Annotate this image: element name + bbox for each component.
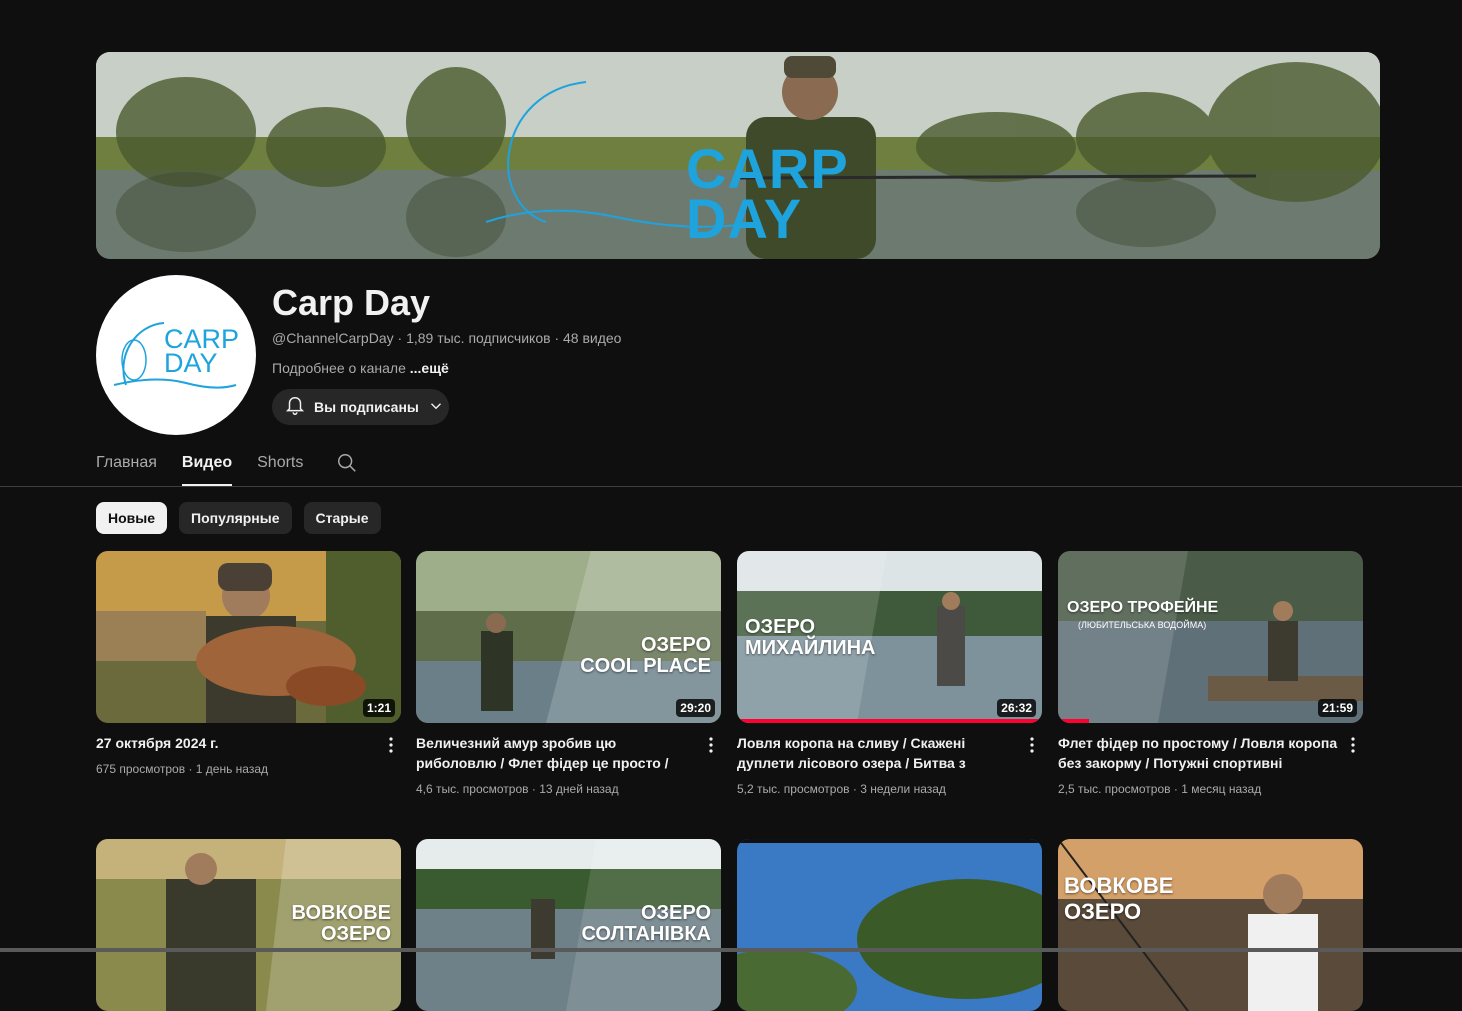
video-card[interactable]: 1:21 27 октября 2024 г. 675 просмотров ·… [96,551,401,776]
video-thumbnail[interactable]: ОЗЕРО ТРОФЕЙНЕ (ЛЮБИТЕЛЬСЬКА ВОДОЙМА) 21… [1058,551,1363,723]
subscribed-button[interactable]: Вы подписаны [272,389,449,425]
thumbnail-caption: ОЗЕРО COOL PLACE [580,634,711,677]
description-text: Подробнее о канале [272,360,406,376]
video-card[interactable]: ОЗЕРО COOL PLACE 29:20 Величезний амур з… [416,551,721,796]
video-meta: 5,2 тыс. просмотров · 3 недели назад [737,782,946,796]
video-thumbnail[interactable] [737,839,1042,1011]
channel-avatar[interactable]: CARP DAY [96,275,256,435]
channel-handle: @ChannelCarpDay [272,330,394,346]
banner-logo: CARP DAY [686,137,849,250]
subscriber-count: 1,89 тыс. подписчиков [406,330,551,346]
video-card[interactable]: ОЗЕРО ТРОФЕЙНЕ (ЛЮБИТЕЛЬСЬКА ВОДОЙМА) 21… [1058,551,1363,796]
video-title[interactable]: 27 октября 2024 г. [96,733,376,753]
subscribed-label: Вы подписаны [314,399,419,415]
more-options-icon[interactable] [1024,737,1040,753]
upload-age: 13 дней назад [539,782,619,796]
video-card[interactable]: ВОВКОВЕ ОЗЕРО [96,839,401,1011]
video-title[interactable]: Величезний амур зробив цю риболовлю / Фл… [416,733,696,773]
more-options-icon[interactable] [703,737,719,753]
video-thumbnail[interactable]: ОЗЕРО МИХАЙЛИНА 26:32 [737,551,1042,723]
video-thumbnail[interactable]: ВОВКОВЕ ОЗЕРО [96,839,401,1011]
watch-progress [1058,719,1089,723]
thumbnail-caption: ВОВКОВЕ ОЗЕРО [291,902,392,945]
channel-tabs: Главная Видео Shorts [96,448,358,486]
chip-oldest[interactable]: Старые [303,502,381,534]
video-card[interactable]: ВОВКОВЕ ОЗЕРО [1058,839,1363,1011]
video-meta: 675 просмотров · 1 день назад [96,762,269,776]
chip-popular[interactable]: Популярные [179,502,292,534]
more-options-icon[interactable] [1345,737,1361,753]
thumbnail-caption: ОЗЕРО МИХАЙЛИНА [745,616,876,659]
video-title[interactable]: Флет фідер по простому / Ловля коропа бе… [1058,733,1338,773]
avatar-logo-text: CARP DAY [164,324,240,378]
thumbnail-subcaption: (ЛЮБИТЕЛЬСЬКА ВОДОЙМА) [1078,620,1207,630]
video-thumbnail[interactable]: ОЗЕРО СОЛТАНІВКА [416,839,721,1011]
video-thumbnail[interactable]: ВОВКОВЕ ОЗЕРО [1058,839,1363,1011]
video-thumbnail[interactable]: 1:21 [96,551,401,723]
video-duration: 26:32 [997,699,1036,717]
chip-newest[interactable]: Новые [96,502,168,534]
bell-icon [284,395,306,420]
video-meta: 4,6 тыс. просмотров · 13 дней назад [416,782,619,796]
tab-videos[interactable]: Видео [181,448,233,486]
sort-chips: Новые Популярные Старые [96,502,381,534]
watch-progress [737,719,1042,723]
upload-age: 1 месяц назад [1181,782,1262,796]
video-duration: 29:20 [676,699,715,717]
video-card[interactable]: ОЗЕРО СОЛТАНІВКА [416,839,721,1011]
thumbnail-caption: ВОВКОВЕ ОЗЕРО [1064,873,1174,924]
video-thumbnail[interactable]: ОЗЕРО COOL PLACE 29:20 [416,551,721,723]
thumbnail-caption: ОЗЕРО СОЛТАНІВКА [581,902,711,945]
video-meta: 2,5 тыс. просмотров · 1 месяц назад [1058,782,1262,796]
video-duration: 21:59 [1318,699,1357,717]
more-options-icon[interactable] [383,737,399,753]
video-title[interactable]: Ловля коропа на сливу / Скажені дуплети … [737,733,1017,773]
upload-age: 3 недели назад [860,782,946,796]
channel-banner: CARP DAY [96,52,1380,259]
tabs-divider [0,486,1462,487]
tab-home[interactable]: Главная [96,448,157,486]
search-icon[interactable] [336,448,358,486]
video-duration: 1:21 [362,699,395,717]
more-link[interactable]: ...ещё [410,360,449,376]
channel-title: Carp Day [272,282,431,323]
channel-description[interactable]: Подробнее о канале ...ещё [272,360,449,376]
view-count: 5,2 тыс. просмотров [737,782,850,796]
upload-age: 1 день назад [195,762,269,776]
tab-shorts[interactable]: Shorts [257,448,303,486]
view-count: 2,5 тыс. просмотров [1058,782,1171,796]
video-card[interactable] [737,839,1042,1011]
video-card[interactable]: ОЗЕРО МИХАЙЛИНА 26:32 Ловля коропа на сл… [737,551,1042,796]
channel-meta: @ChannelCarpDay · 1,89 тыс. подписчиков … [272,330,622,346]
view-count: 675 просмотров [96,762,186,776]
video-count: 48 видео [563,330,622,346]
chevron-down-icon [427,397,445,418]
thumbnail-caption: ОЗЕРО ТРОФЕЙНЕ [1067,599,1219,616]
horizontal-scrollbar[interactable] [0,948,1462,952]
view-count: 4,6 тыс. просмотров [416,782,529,796]
